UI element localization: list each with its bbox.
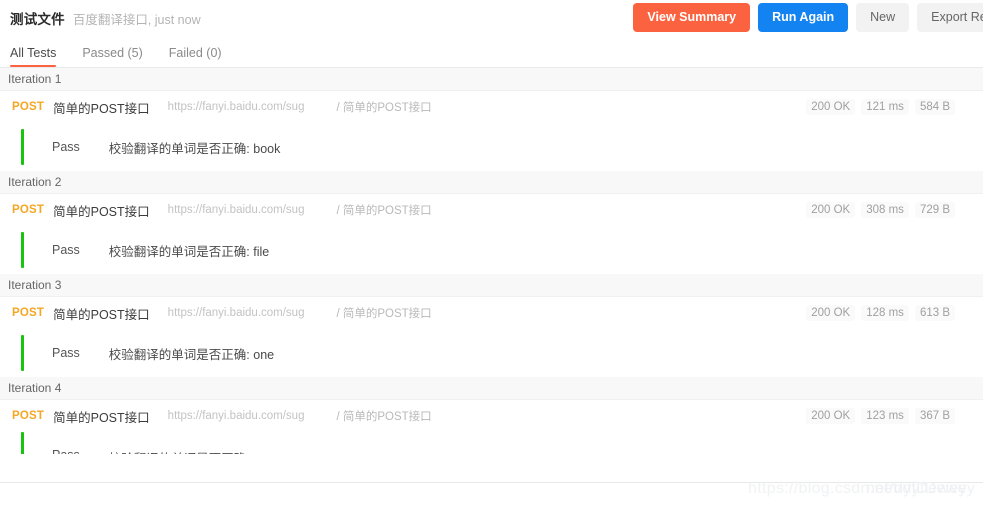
iteration-header: Iteration 3 <box>0 274 983 297</box>
http-method-label: POST <box>12 204 45 216</box>
view-summary-button[interactable]: View Summary <box>633 3 751 32</box>
response-time-badge: 121 ms <box>861 99 909 115</box>
page-subtitle: 百度翻译接口, just now <box>72 13 201 27</box>
iteration-header: Iteration 1 <box>0 68 983 91</box>
request-url: https://fanyi.baidu.com/sug <box>167 410 305 422</box>
http-method-label: POST <box>12 410 45 422</box>
request-stats: 200 OK 121 ms 584 B <box>806 99 955 115</box>
response-time-badge: 308 ms <box>861 202 909 218</box>
request-stats: 200 OK 123 ms 367 B <box>806 408 955 424</box>
assertion-row: Pass 校验翻译的单词是否正确: postman <box>0 432 983 454</box>
response-size-badge: 367 B <box>914 408 955 424</box>
http-method-label: POST <box>12 307 45 319</box>
assertion-status: Pass <box>52 140 80 154</box>
request-name: 简单的POST接口 <box>53 204 150 219</box>
new-button[interactable]: New <box>856 3 910 32</box>
request-stats: 200 OK 128 ms 613 B <box>806 305 955 321</box>
request-name: 简单的POST接口 <box>53 410 150 425</box>
status-badge: 200 OK <box>806 305 856 321</box>
pass-indicator-bar <box>21 232 24 268</box>
assertion-row: Pass 校验翻译的单词是否正确: one <box>0 329 983 377</box>
watermark-overlay-text: net/dyfDewey <box>866 480 967 497</box>
request-path: / 简单的POST接口 <box>336 411 432 423</box>
request-path: / 简单的POST接口 <box>336 308 432 320</box>
export-results-button[interactable]: Export Res <box>917 3 983 32</box>
pass-indicator-bar <box>21 432 24 454</box>
response-size-badge: 584 B <box>914 99 955 115</box>
tab-all-tests[interactable]: All Tests <box>10 46 57 67</box>
request-row[interactable]: POST 简单的POST接口 https://fanyi.baidu.com/s… <box>0 194 983 226</box>
request-row[interactable]: POST 简单的POST接口 https://fanyi.baidu.com/s… <box>0 91 983 123</box>
tab-passed[interactable]: Passed (5) <box>82 46 142 67</box>
pass-indicator-bar <box>21 129 24 165</box>
test-results-list[interactable]: Iteration 1 POST 简单的POST接口 https://fanyi… <box>0 68 983 516</box>
assertion-row: Pass 校验翻译的单词是否正确: book <box>0 123 983 171</box>
assertion-status: Pass <box>52 346 80 360</box>
page-header: 测试文件 百度翻译接口, just now View Summary Run A… <box>0 0 983 36</box>
request-row[interactable]: POST 简单的POST接口 https://fanyi.baidu.com/s… <box>0 297 983 329</box>
response-time-badge: 128 ms <box>861 305 909 321</box>
test-filter-tabs: All Tests Passed (5) Failed (0) <box>0 36 983 68</box>
request-url: https://fanyi.baidu.com/sug <box>167 101 305 113</box>
tab-failed[interactable]: Failed (0) <box>169 46 222 67</box>
status-badge: 200 OK <box>806 202 856 218</box>
http-method-label: POST <box>12 101 45 113</box>
watermark: https://blog.csdn.net/dyfDewey net/dyfDe… <box>748 480 975 498</box>
assertion-status: Pass <box>52 243 80 257</box>
run-again-button[interactable]: Run Again <box>758 3 849 32</box>
request-name: 简单的POST接口 <box>53 307 150 322</box>
request-path: / 简单的POST接口 <box>336 205 432 217</box>
request-stats: 200 OK 308 ms 729 B <box>806 202 955 218</box>
pass-indicator-bar <box>21 335 24 371</box>
response-size-badge: 729 B <box>914 202 955 218</box>
iteration-header: Iteration 2 <box>0 171 983 194</box>
assertion-text: 校验翻译的单词是否正确: one <box>108 347 275 362</box>
request-url: https://fanyi.baidu.com/sug <box>167 204 305 216</box>
assertion-text: 校验翻译的单词是否正确: file <box>108 244 270 259</box>
assertion-status: Pass <box>52 448 80 454</box>
status-badge: 200 OK <box>806 408 856 424</box>
header-actions: View Summary Run Again New Export Res <box>633 3 983 32</box>
request-row[interactable]: POST 简单的POST接口 https://fanyi.baidu.com/s… <box>0 400 983 432</box>
response-size-badge: 613 B <box>914 305 955 321</box>
status-badge: 200 OK <box>806 99 856 115</box>
request-url: https://fanyi.baidu.com/sug <box>167 307 305 319</box>
assertion-row: Pass 校验翻译的单词是否正确: file <box>0 226 983 274</box>
response-time-badge: 123 ms <box>861 408 909 424</box>
page-title: 测试文件 <box>10 12 65 27</box>
iteration-header: Iteration 4 <box>0 377 983 400</box>
title-block: 测试文件 百度翻译接口, just now <box>10 8 201 28</box>
request-name: 简单的POST接口 <box>53 101 150 116</box>
request-path: / 简单的POST接口 <box>336 102 432 114</box>
assertion-text: 校验翻译的单词是否正确: postman <box>109 448 301 454</box>
assertion-text: 校验翻译的单词是否正确: book <box>108 141 281 156</box>
